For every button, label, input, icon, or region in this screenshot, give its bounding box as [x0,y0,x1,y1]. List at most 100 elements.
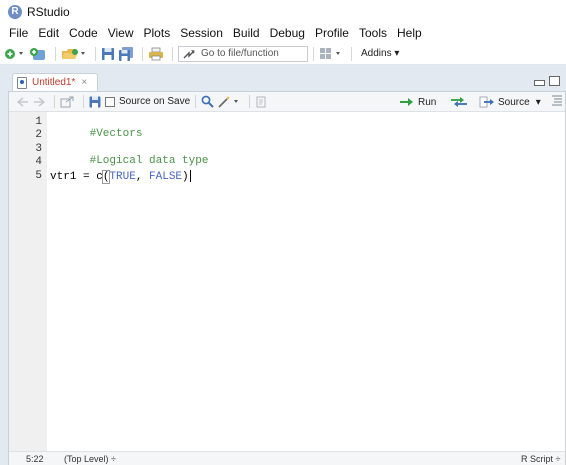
menu-code[interactable]: Code [64,23,103,43]
new-project-button[interactable] [29,45,47,63]
forward-arrow-icon [34,96,45,107]
forward-button[interactable] [33,94,45,110]
menu-edit[interactable]: Edit [33,23,64,43]
notebook-icon [256,96,266,107]
tab-close-icon[interactable]: × [81,77,87,88]
window-title: RStudio [27,4,70,19]
menu-plots[interactable]: Plots [139,23,176,43]
outline-lines-icon [552,95,562,106]
code-constant: FALSE [149,170,183,183]
source-label: Source [498,96,530,108]
toolbar-separator [195,95,197,108]
code-comment: #Vectors [89,128,143,140]
tab-untitled1[interactable]: Untitled1* × [12,73,98,91]
print-button[interactable] [148,45,164,63]
source-on-save-label: Source on Save [119,96,191,107]
go-to-file-placeholder: Go to file/function [201,48,279,59]
line-number-gutter: 1 2 3 4 5 [9,112,47,451]
addins-dropdown-icon: ▾ [394,48,400,59]
code-constant: TRUE [109,170,136,183]
save-all-button[interactable] [118,45,134,63]
code-tools-button[interactable] [218,94,240,110]
menu-bar: File Edit Code View Plots Session Build … [0,23,566,43]
menu-view[interactable]: View [103,23,139,43]
run-arrow-icon [400,98,413,106]
tab-label: Untitled1* [32,77,76,88]
menu-build[interactable]: Build [228,23,265,43]
toolbar-separator [54,95,55,108]
line-number: 4 [35,156,42,168]
search-icon [201,95,214,108]
toolbar-separator [95,46,96,61]
toolbar-separator [83,95,84,108]
menu-tools[interactable]: Tools [354,23,392,43]
go-to-file-input[interactable]: Go to file/function [178,45,308,62]
editor-status-bar: 5:22 (Top Level) ÷ R Script ÷ [9,451,565,465]
menu-profile[interactable]: Profile [310,23,354,43]
main-toolbar: Go to file/function Addins ▾ [0,43,566,65]
rerun-button[interactable] [449,94,469,110]
toolbar-separator [142,46,143,61]
code-line: vtr1 = c(TRUE, FALSE) [50,169,191,184]
source-button[interactable]: Source ▾ [479,94,541,110]
print-icon [149,47,163,60]
toolbar-separator [249,95,251,108]
scope-selector[interactable]: (Top Level) ÷ [64,454,116,464]
find-replace-button[interactable] [201,94,214,110]
editor-toolbar: Source on Save Run Source ▾ [9,92,565,112]
rerun-arrows-icon [451,97,467,107]
menu-help[interactable]: Help [392,23,427,43]
toolbar-separator [172,46,173,61]
new-file-icon [5,48,23,59]
grid-layout-icon [320,47,340,59]
cursor-position: 5:22 [26,453,44,464]
editor-tab-strip: Untitled1* × [8,71,566,91]
run-label: Run [418,96,437,108]
save-button[interactable] [101,45,115,63]
addins-menu[interactable]: Addins ▾ [361,48,399,59]
new-project-icon [30,47,45,60]
line-number: 3 [35,143,42,155]
toolbar-separator [351,46,352,61]
magic-wand-icon [218,96,239,108]
code-identifier: vtr1 = c [50,170,103,183]
minimize-pane-icon[interactable] [534,80,545,86]
file-type-selector[interactable]: R Script ÷ [521,454,560,464]
editor-save-button[interactable] [89,94,101,110]
save-all-icon [119,46,133,61]
compile-report-button[interactable] [255,94,267,110]
matched-close-paren: ) [182,170,189,183]
workspace-panes-button[interactable] [319,45,343,63]
menu-debug[interactable]: Debug [265,23,310,43]
code-punctuation: , [135,170,150,183]
toolbar-separator [55,46,56,61]
save-icon [89,96,101,107]
line-number: 1 [35,116,42,128]
code-comment: #Logical data type [89,155,209,167]
document-outline-button[interactable] [551,95,563,109]
open-file-button[interactable] [61,45,87,63]
addins-label: Addins [361,48,392,59]
new-file-button[interactable] [4,45,26,63]
go-to-arrow-icon [183,49,195,58]
source-arrow-icon [479,96,494,108]
open-folder-icon [62,48,85,59]
r-script-file-icon [17,76,27,89]
back-arrow-icon [17,96,28,107]
source-on-save-checkbox[interactable] [105,96,115,107]
line-number: 5 [35,170,42,182]
line-number: 2 [35,129,42,141]
toolbar-separator [313,46,314,61]
menu-file[interactable]: File [4,23,33,43]
maximize-pane-icon[interactable] [549,76,560,86]
source-dropdown-icon[interactable]: ▾ [536,97,541,108]
rstudio-logo-icon: R [8,4,22,19]
run-button[interactable]: Run [399,94,436,110]
show-in-window-button[interactable] [60,94,74,110]
source-editor-pane: Source on Save Run Source ▾ 1 2 3 4 5 #V… [8,91,566,465]
menu-session[interactable]: Session [175,23,228,43]
title-bar: R RStudio [0,0,566,23]
back-button[interactable] [17,94,29,110]
text-cursor [189,170,191,182]
popout-window-icon [60,96,74,107]
